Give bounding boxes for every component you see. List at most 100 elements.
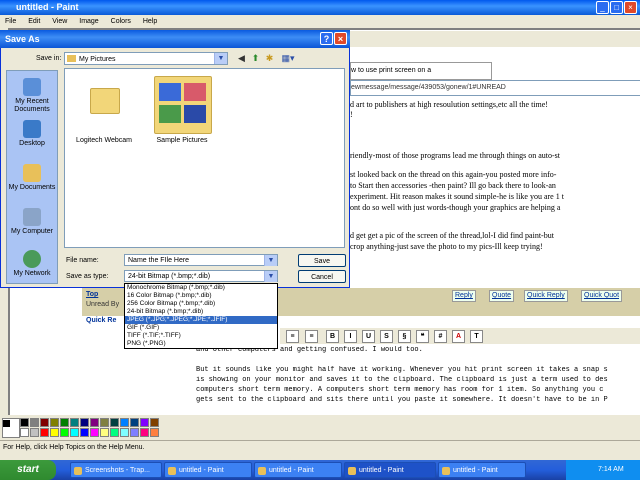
- top-link[interactable]: Top: [86, 291, 98, 298]
- place-recent[interactable]: My Recent Documents: [6, 78, 58, 114]
- type-option-256-color[interactable]: 256 Color Bitmap (*.bmp;*.dib): [125, 300, 277, 308]
- post-line: to Start then accessories -then paint? I…: [350, 181, 556, 190]
- quote-button[interactable]: Quote: [489, 290, 515, 302]
- dialog-title-bar[interactable]: Save As: [0, 30, 350, 48]
- cancel-button[interactable]: Cancel: [298, 270, 346, 283]
- color-swatch[interactable]: [110, 418, 119, 427]
- dialog-close-icon[interactable]: ×: [334, 32, 347, 45]
- color-swatch[interactable]: [30, 428, 39, 437]
- place-my-computer[interactable]: My Computer: [6, 208, 58, 236]
- reply-button[interactable]: Reply: [452, 290, 476, 302]
- task-screenshots[interactable]: Screenshots - Trap...: [70, 462, 162, 478]
- browser-toolbar: [350, 31, 640, 47]
- chevron-down-icon[interactable]: ▼: [214, 53, 227, 64]
- color-swatch[interactable]: [60, 428, 69, 437]
- file-item-logitech-webcam[interactable]: Logitech Webcam: [70, 137, 138, 144]
- color-swatch[interactable]: [100, 418, 109, 427]
- maximize-icon[interactable]: □: [610, 1, 623, 14]
- task-paint[interactable]: untitled - Paint: [164, 462, 252, 478]
- color-swatch[interactable]: [20, 418, 29, 427]
- file-item-sample-pictures[interactable]: Sample Pictures: [148, 137, 216, 144]
- type-option-jpeg[interactable]: JPEG (*.JPG;*.JPEG;*.JPE;*.JFIF): [125, 316, 277, 324]
- back-icon[interactable]: ◀: [236, 53, 247, 64]
- task-paint[interactable]: untitled - Paint: [254, 462, 342, 478]
- type-option-png[interactable]: PNG (*.PNG): [125, 340, 277, 348]
- post-line: !: [350, 110, 353, 119]
- menu-edit[interactable]: Edit: [28, 18, 40, 25]
- place-my-documents[interactable]: My Documents: [6, 164, 58, 192]
- type-option-monochrome[interactable]: Monochrome Bitmap (*.bmp;*.dib): [125, 284, 277, 292]
- text-button[interactable]: T: [470, 330, 483, 343]
- color-swatch[interactable]: [60, 418, 69, 427]
- color-swatch[interactable]: [120, 428, 129, 437]
- folder-icon: [74, 467, 82, 475]
- color-swatch[interactable]: [130, 418, 139, 427]
- post-line: d get get a pic of the screen of the thr…: [350, 231, 554, 240]
- color-swatch[interactable]: [110, 428, 119, 437]
- color-swatch[interactable]: [130, 428, 139, 437]
- quick-reply-label: Quick Re: [86, 317, 117, 324]
- quick-reply-button[interactable]: Quick Reply: [524, 290, 568, 302]
- section-button[interactable]: §: [398, 330, 411, 343]
- strike-button[interactable]: S: [380, 330, 393, 343]
- color-swatch[interactable]: [70, 418, 79, 427]
- menu-file[interactable]: File: [5, 18, 16, 25]
- color-swatch[interactable]: [70, 428, 79, 437]
- editor-list-icon[interactable]: ≡: [286, 330, 299, 343]
- font-color-button[interactable]: A: [452, 330, 465, 343]
- color-swatch[interactable]: [80, 428, 89, 437]
- new-folder-icon[interactable]: ✱: [264, 53, 275, 64]
- place-my-network[interactable]: My Network: [6, 250, 58, 278]
- save-as-type-dropdown[interactable]: 24-bit Bitmap (*.bmp;*.dib) ▼: [124, 270, 278, 282]
- clock[interactable]: 7:14 AM: [598, 466, 624, 473]
- task-paint-active[interactable]: untitled - Paint: [344, 462, 436, 478]
- help-icon[interactable]: ?: [320, 32, 333, 45]
- color-swatch[interactable]: [140, 418, 149, 427]
- color-swatch[interactable]: [50, 418, 59, 427]
- views-menu-icon[interactable]: ▦▾: [280, 53, 296, 64]
- color-swatch[interactable]: [90, 428, 99, 437]
- color-swatch[interactable]: [50, 428, 59, 437]
- code-button[interactable]: #: [434, 330, 447, 343]
- place-desktop[interactable]: Desktop: [6, 120, 58, 148]
- color-swatch[interactable]: [20, 428, 29, 437]
- menu-colors[interactable]: Colors: [111, 18, 131, 25]
- my-documents-icon: [23, 164, 41, 182]
- paint-title-bar[interactable]: untitled - Paint: [0, 0, 640, 15]
- underline-button[interactable]: U: [362, 330, 375, 343]
- color-swatch[interactable]: [40, 428, 49, 437]
- sample-pictures-folder[interactable]: [154, 76, 212, 134]
- close-icon[interactable]: ×: [624, 1, 637, 14]
- color-swatch[interactable]: [80, 418, 89, 427]
- quote-format-button[interactable]: ❝: [416, 330, 429, 343]
- color-swatch[interactable]: [40, 418, 49, 427]
- color-swatch[interactable]: [150, 418, 159, 427]
- quick-quote-button[interactable]: Quick Quot: [581, 290, 623, 302]
- chevron-down-icon[interactable]: ▼: [264, 271, 277, 282]
- minimize-icon[interactable]: _: [596, 1, 609, 14]
- color-swatch[interactable]: [100, 428, 109, 437]
- editor-list-icon[interactable]: ≡: [305, 330, 318, 343]
- task-paint[interactable]: untitled - Paint: [438, 462, 526, 478]
- color-swatch[interactable]: [90, 418, 99, 427]
- color-swatch[interactable]: [140, 428, 149, 437]
- save-in-dropdown[interactable]: My Pictures ▼: [64, 52, 228, 65]
- bold-button[interactable]: B: [326, 330, 339, 343]
- type-option-16-color[interactable]: 16 Color Bitmap (*.bmp;*.dib): [125, 292, 277, 300]
- color-swatch[interactable]: [150, 428, 159, 437]
- type-option-24-bit[interactable]: 24-bit Bitmap (*.bmp;*.dib): [125, 308, 277, 316]
- status-bar: For Help, click Help Topics on the Help …: [0, 440, 640, 461]
- menu-view[interactable]: View: [52, 18, 67, 25]
- up-folder-icon[interactable]: ⬆: [250, 53, 261, 64]
- save-button[interactable]: Save: [298, 254, 346, 267]
- menu-help[interactable]: Help: [143, 18, 157, 25]
- type-option-tiff[interactable]: TIFF (*.TIF;*.TIFF): [125, 332, 277, 340]
- chevron-down-icon[interactable]: ▼: [264, 255, 277, 266]
- type-option-gif[interactable]: GIF (*.GIF): [125, 324, 277, 332]
- color-swatch[interactable]: [120, 418, 129, 427]
- menu-image[interactable]: Image: [79, 18, 98, 25]
- start-button[interactable]: start: [0, 460, 56, 480]
- color-swatch[interactable]: [30, 418, 39, 427]
- file-name-input[interactable]: Name the FIle Here ▼: [124, 254, 278, 266]
- italic-button[interactable]: I: [344, 330, 357, 343]
